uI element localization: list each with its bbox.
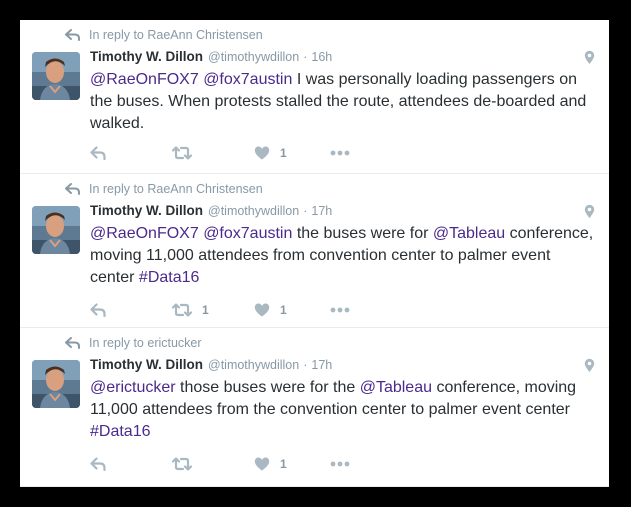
author-name[interactable]: Timothy W. Dillon bbox=[90, 203, 203, 218]
retweet-icon bbox=[172, 146, 192, 160]
more-button[interactable] bbox=[330, 145, 350, 161]
more-dots-icon bbox=[330, 150, 350, 156]
avatar[interactable] bbox=[32, 52, 80, 100]
retweet-button[interactable] bbox=[172, 145, 202, 161]
reply-button[interactable] bbox=[90, 145, 106, 161]
reply-context[interactable]: In reply to RaeAnn Christensen bbox=[65, 182, 263, 196]
location-pin-icon[interactable] bbox=[584, 50, 595, 65]
reply-arrow-icon bbox=[65, 29, 80, 41]
reply-icon bbox=[90, 146, 106, 160]
like-count: 1 bbox=[280, 457, 287, 471]
tweet-header: Timothy W. Dillon @timothywdillon · 17h bbox=[90, 357, 332, 372]
reply-context[interactable]: In reply to erictucker bbox=[65, 336, 202, 350]
more-button[interactable] bbox=[330, 456, 350, 472]
more-dots-icon bbox=[330, 307, 350, 313]
tweet-text: @RaeOnFOX7 @fox7austin I was personally … bbox=[90, 69, 595, 135]
reply-context-label: In reply to RaeAnn Christensen bbox=[89, 28, 263, 42]
tweet-text-segment: those buses were for the bbox=[175, 379, 360, 396]
like-button[interactable]: 1 bbox=[254, 456, 287, 472]
tweet[interactable]: In reply to erictucker Timothy W. Dillon… bbox=[20, 328, 609, 487]
tweet-text: @RaeOnFOX7 @fox7austin the buses were fo… bbox=[90, 223, 595, 289]
avatar[interactable] bbox=[32, 206, 80, 254]
author-name[interactable]: Timothy W. Dillon bbox=[90, 49, 203, 64]
tweet-text-segment: the buses were for bbox=[292, 225, 433, 242]
tweet-header: Timothy W. Dillon @timothywdillon · 16h bbox=[90, 49, 332, 64]
tweet-timestamp[interactable]: 16h bbox=[311, 50, 332, 64]
location-pin-icon[interactable] bbox=[584, 204, 595, 219]
retweet-icon bbox=[172, 303, 192, 317]
tweet-actions: 1 bbox=[90, 456, 390, 472]
reply-arrow-icon bbox=[65, 337, 80, 349]
avatar[interactable] bbox=[32, 360, 80, 408]
retweet-button[interactable] bbox=[172, 456, 202, 472]
hashtag-link[interactable]: #Data16 bbox=[90, 423, 151, 440]
reply-context-label: In reply to erictucker bbox=[89, 336, 202, 350]
reply-arrow-icon bbox=[65, 183, 80, 195]
reply-icon bbox=[90, 457, 106, 471]
mention-link[interactable]: @Tableau bbox=[433, 225, 505, 242]
mention-link[interactable]: @RaeOnFOX7 bbox=[90, 71, 199, 88]
retweet-icon bbox=[172, 457, 192, 471]
separator-dot: · bbox=[303, 358, 308, 372]
location-pin-icon[interactable] bbox=[584, 358, 595, 373]
tweet-actions: 1 1 bbox=[90, 302, 390, 318]
author-name[interactable]: Timothy W. Dillon bbox=[90, 357, 203, 372]
like-count: 1 bbox=[280, 303, 287, 317]
like-count: 1 bbox=[280, 146, 287, 160]
reply-context-label: In reply to RaeAnn Christensen bbox=[89, 182, 263, 196]
tweet-timestamp[interactable]: 17h bbox=[311, 358, 332, 372]
reply-button[interactable] bbox=[90, 456, 106, 472]
more-button[interactable] bbox=[330, 302, 350, 318]
retweet-count: 1 bbox=[202, 303, 209, 317]
reply-button[interactable] bbox=[90, 302, 106, 318]
hashtag-link[interactable]: #Data16 bbox=[139, 269, 200, 286]
tweet-actions: 1 bbox=[90, 145, 390, 161]
tweet-thread: In reply to RaeAnn Christensen Timothy W… bbox=[20, 20, 609, 487]
mention-link[interactable]: @Tableau bbox=[360, 379, 432, 396]
tweet-text: @erictucker those buses were for the @Ta… bbox=[90, 377, 595, 443]
like-button[interactable]: 1 bbox=[254, 302, 287, 318]
heart-icon bbox=[254, 303, 270, 317]
heart-icon bbox=[254, 457, 270, 471]
tweet[interactable]: In reply to RaeAnn Christensen Timothy W… bbox=[20, 174, 609, 328]
tweet[interactable]: In reply to RaeAnn Christensen Timothy W… bbox=[20, 20, 609, 174]
separator-dot: · bbox=[303, 204, 308, 218]
tweet-header: Timothy W. Dillon @timothywdillon · 17h bbox=[90, 203, 332, 218]
retweet-button[interactable]: 1 bbox=[172, 302, 209, 318]
tweet-timestamp[interactable]: 17h bbox=[311, 204, 332, 218]
reply-context[interactable]: In reply to RaeAnn Christensen bbox=[65, 28, 263, 42]
mention-link[interactable]: @fox7austin bbox=[203, 71, 292, 88]
heart-icon bbox=[254, 146, 270, 160]
mention-link[interactable]: @fox7austin bbox=[203, 225, 292, 242]
separator-dot: · bbox=[303, 50, 308, 64]
reply-icon bbox=[90, 303, 106, 317]
mention-link[interactable]: @RaeOnFOX7 bbox=[90, 225, 199, 242]
like-button[interactable]: 1 bbox=[254, 145, 287, 161]
author-handle[interactable]: @timothywdillon bbox=[208, 358, 299, 372]
more-dots-icon bbox=[330, 461, 350, 467]
author-handle[interactable]: @timothywdillon bbox=[208, 204, 299, 218]
mention-link[interactable]: @erictucker bbox=[90, 379, 176, 396]
author-handle[interactable]: @timothywdillon bbox=[208, 50, 299, 64]
